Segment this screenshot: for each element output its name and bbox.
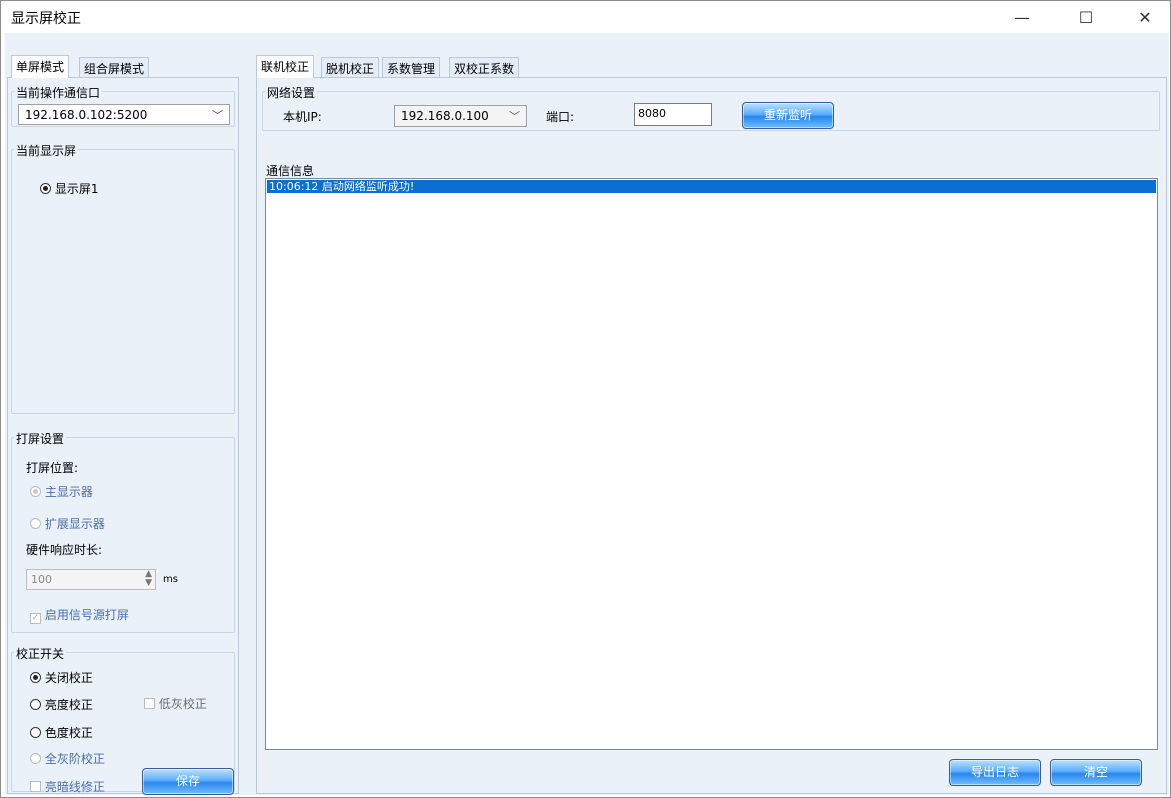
radio-calib-full-gray[interactable]: 全灰阶校正 [30,750,105,767]
radio-calib-chroma-label: 色度校正 [44,726,93,740]
signal-source-label: 启用信号源打屏 [44,608,129,622]
screen-settings-label: 打屏设置 [14,430,67,447]
radio-extended-display-label: 扩展显示器 [44,517,105,531]
left-panel: 当前操作通信口 192.168.0.102:5200 ﹀ 当前显示屏 显示屏1 … [7,77,239,795]
radio-calib-brightness-label: 亮度校正 [44,698,93,712]
checkbox-unchecked-icon [144,698,155,709]
radio-unchecked-icon [30,699,41,710]
low-gray-checkbox[interactable]: 低灰校正 [144,695,207,712]
radio-checked-icon [30,486,41,497]
minimize-button[interactable]: — [999,1,1045,33]
log-line-1[interactable]: 10:06:12 启动网络监听成功! [267,180,1156,193]
tab-dual-coefficient[interactable]: 双校正系数 [449,57,520,78]
close-icon: ✕ [1138,7,1152,27]
maximize-icon: ☐ [1078,7,1094,27]
hw-response-spinbox[interactable]: 100 ▲ ▼ [26,569,156,590]
main-window: 显示屏校正 — ☐ ✕ 单屏模式 组合屏模式 当前操作通信口 192.168.0… [0,0,1171,798]
relisten-button[interactable]: 重新监听 [742,102,834,129]
chevron-down-icon: ﹀ [212,109,223,122]
calibration-switch-label: 校正开关 [14,645,67,662]
checkbox-checked-icon: ✓ [30,613,41,624]
current-port-group: 当前操作通信口 192.168.0.102:5200 ﹀ [11,84,235,127]
clear-button[interactable]: 清空 [1050,759,1142,786]
current-display-group: 当前显示屏 显示屏1 [11,142,235,414]
radio-extended-display[interactable]: 扩展显示器 [30,515,105,532]
tab-coefficient-management[interactable]: 系数管理 [382,57,441,78]
display-radio-1[interactable]: 显示屏1 [40,180,98,197]
current-display-label: 当前显示屏 [14,142,79,159]
local-ip-label: 本机IP: [283,110,322,124]
right-panel: 网络设置 本机IP: 192.168.0.100 ﹀ 端口: 8080 重新监听… [256,77,1167,794]
radio-checked-icon [30,672,41,683]
comm-info-group: 通信信息 10:06:12 启动网络监听成功! [262,162,1160,750]
spin-arrows-icon: ▲ ▼ [145,569,152,588]
export-log-button[interactable]: 导出日志 [949,759,1041,786]
radio-unchecked-icon [30,518,41,529]
radio-main-display-label: 主显示器 [44,485,93,499]
current-port-label: 当前操作通信口 [14,84,103,101]
local-ip-select[interactable]: 192.168.0.100 ﹀ [394,105,527,127]
port-select[interactable]: 192.168.0.102:5200 ﹀ [18,104,230,125]
network-settings-group: 网络设置 本机IP: 192.168.0.100 ﹀ 端口: 8080 重新监听 [262,84,1160,131]
checkbox-unchecked-icon [30,781,41,792]
port-select-value: 192.168.0.102:5200 [25,108,148,122]
dark-line-checkbox[interactable]: 亮暗线修正 [30,778,105,795]
minimize-icon: — [1014,7,1030,27]
radio-main-display[interactable]: 主显示器 [30,483,93,500]
dark-line-label: 亮暗线修正 [44,780,105,794]
radio-unchecked-icon [30,727,41,738]
window-title: 显示屏校正 [11,11,81,27]
local-ip-value: 192.168.0.100 [401,109,489,123]
radio-checked-icon [40,183,51,194]
comm-info-label: 通信信息 [264,162,317,179]
network-settings-label: 网络设置 [265,84,318,101]
tab-online-calibration[interactable]: 联机校正 [256,55,315,78]
port-label: 端口: [546,110,575,124]
calibration-switch-group: 校正开关 关闭校正 亮度校正 低灰校正 色度校正 全灰阶校正 亮暗线修正 保存 [11,645,235,795]
radio-unchecked-icon [30,753,41,764]
screen-position-label: 打屏位置: [26,461,79,475]
radio-calib-brightness[interactable]: 亮度校正 [30,696,93,713]
signal-source-checkbox[interactable]: ✓ 启用信号源打屏 [30,606,129,624]
close-button[interactable]: ✕ [1122,1,1168,33]
screen-settings-group: 打屏设置 打屏位置: 主显示器 扩展显示器 硬件响应时长: 100 ▲ ▼ ms … [11,430,235,633]
radio-calib-full-gray-label: 全灰阶校正 [44,752,105,766]
chevron-down-icon: ﹀ [509,110,520,123]
comm-log-box[interactable]: 10:06:12 启动网络监听成功! [265,178,1158,750]
display-radio-1-label: 显示屏1 [54,182,99,196]
hw-response-unit: ms [163,574,178,585]
tab-combined-screen[interactable]: 组合屏模式 [79,57,150,78]
radio-calib-off-label: 关闭校正 [44,671,93,685]
radio-calib-chroma[interactable]: 色度校正 [30,724,93,741]
radio-calib-off[interactable]: 关闭校正 [30,669,93,686]
low-gray-label: 低灰校正 [158,697,207,711]
hw-response-label: 硬件响应时长: [26,543,103,557]
tab-single-screen[interactable]: 单屏模式 [11,55,70,78]
title-bar: 显示屏校正 — ☐ ✕ [1,1,1170,33]
port-input[interactable]: 8080 [634,103,712,126]
client-area: 单屏模式 组合屏模式 当前操作通信口 192.168.0.102:5200 ﹀ … [5,33,1169,795]
hw-response-value: 100 [31,573,52,586]
maximize-button[interactable]: ☐ [1063,1,1109,33]
save-button[interactable]: 保存 [142,768,234,795]
tab-offline-calibration[interactable]: 脱机校正 [321,57,380,78]
